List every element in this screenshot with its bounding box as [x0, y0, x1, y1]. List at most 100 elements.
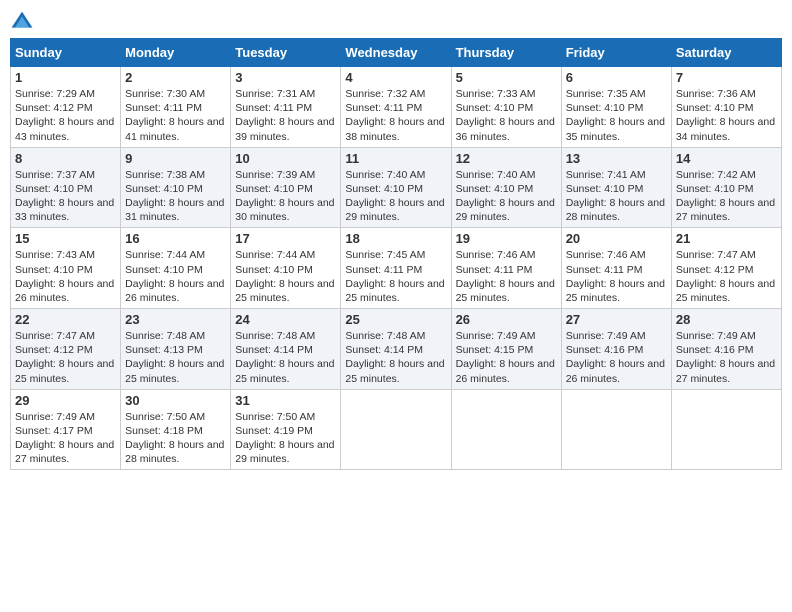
- day-cell: 11 Sunrise: 7:40 AM Sunset: 4:10 PM Dayl…: [341, 147, 451, 228]
- day-number: 17: [235, 231, 336, 246]
- day-info: Sunrise: 7:36 AM Sunset: 4:10 PM Dayligh…: [676, 87, 777, 144]
- day-cell: 21 Sunrise: 7:47 AM Sunset: 4:12 PM Dayl…: [671, 228, 781, 309]
- header-day-monday: Monday: [121, 39, 231, 67]
- day-number: 24: [235, 312, 336, 327]
- day-number: 8: [15, 151, 116, 166]
- day-number: 7: [676, 70, 777, 85]
- day-number: 20: [566, 231, 667, 246]
- day-cell: 10 Sunrise: 7:39 AM Sunset: 4:10 PM Dayl…: [231, 147, 341, 228]
- day-info: Sunrise: 7:41 AM Sunset: 4:10 PM Dayligh…: [566, 168, 667, 225]
- day-number: 13: [566, 151, 667, 166]
- day-cell: 23 Sunrise: 7:48 AM Sunset: 4:13 PM Dayl…: [121, 309, 231, 390]
- day-info: Sunrise: 7:40 AM Sunset: 4:10 PM Dayligh…: [456, 168, 557, 225]
- week-row-4: 22 Sunrise: 7:47 AM Sunset: 4:12 PM Dayl…: [11, 309, 782, 390]
- day-cell: 17 Sunrise: 7:44 AM Sunset: 4:10 PM Dayl…: [231, 228, 341, 309]
- day-info: Sunrise: 7:32 AM Sunset: 4:11 PM Dayligh…: [345, 87, 446, 144]
- header-day-wednesday: Wednesday: [341, 39, 451, 67]
- day-number: 18: [345, 231, 446, 246]
- week-row-2: 8 Sunrise: 7:37 AM Sunset: 4:10 PM Dayli…: [11, 147, 782, 228]
- week-row-1: 1 Sunrise: 7:29 AM Sunset: 4:12 PM Dayli…: [11, 67, 782, 148]
- day-info: Sunrise: 7:45 AM Sunset: 4:11 PM Dayligh…: [345, 248, 446, 305]
- day-cell: [561, 389, 671, 470]
- day-info: Sunrise: 7:50 AM Sunset: 4:18 PM Dayligh…: [125, 410, 226, 467]
- day-number: 22: [15, 312, 116, 327]
- logo: [10, 10, 36, 34]
- day-cell: 15 Sunrise: 7:43 AM Sunset: 4:10 PM Dayl…: [11, 228, 121, 309]
- week-row-5: 29 Sunrise: 7:49 AM Sunset: 4:17 PM Dayl…: [11, 389, 782, 470]
- day-info: Sunrise: 7:38 AM Sunset: 4:10 PM Dayligh…: [125, 168, 226, 225]
- day-number: 21: [676, 231, 777, 246]
- day-number: 15: [15, 231, 116, 246]
- day-info: Sunrise: 7:31 AM Sunset: 4:11 PM Dayligh…: [235, 87, 336, 144]
- day-number: 10: [235, 151, 336, 166]
- day-info: Sunrise: 7:48 AM Sunset: 4:14 PM Dayligh…: [345, 329, 446, 386]
- day-number: 23: [125, 312, 226, 327]
- day-cell: 31 Sunrise: 7:50 AM Sunset: 4:19 PM Dayl…: [231, 389, 341, 470]
- day-info: Sunrise: 7:50 AM Sunset: 4:19 PM Dayligh…: [235, 410, 336, 467]
- header-day-thursday: Thursday: [451, 39, 561, 67]
- day-info: Sunrise: 7:46 AM Sunset: 4:11 PM Dayligh…: [456, 248, 557, 305]
- day-number: 25: [345, 312, 446, 327]
- day-cell: 3 Sunrise: 7:31 AM Sunset: 4:11 PM Dayli…: [231, 67, 341, 148]
- day-cell: 12 Sunrise: 7:40 AM Sunset: 4:10 PM Dayl…: [451, 147, 561, 228]
- header-day-tuesday: Tuesday: [231, 39, 341, 67]
- day-info: Sunrise: 7:48 AM Sunset: 4:13 PM Dayligh…: [125, 329, 226, 386]
- day-cell: 8 Sunrise: 7:37 AM Sunset: 4:10 PM Dayli…: [11, 147, 121, 228]
- day-cell: 1 Sunrise: 7:29 AM Sunset: 4:12 PM Dayli…: [11, 67, 121, 148]
- day-info: Sunrise: 7:44 AM Sunset: 4:10 PM Dayligh…: [125, 248, 226, 305]
- day-number: 4: [345, 70, 446, 85]
- day-info: Sunrise: 7:49 AM Sunset: 4:17 PM Dayligh…: [15, 410, 116, 467]
- day-info: Sunrise: 7:46 AM Sunset: 4:11 PM Dayligh…: [566, 248, 667, 305]
- day-number: 26: [456, 312, 557, 327]
- day-cell: [451, 389, 561, 470]
- day-cell: 14 Sunrise: 7:42 AM Sunset: 4:10 PM Dayl…: [671, 147, 781, 228]
- day-info: Sunrise: 7:42 AM Sunset: 4:10 PM Dayligh…: [676, 168, 777, 225]
- day-number: 2: [125, 70, 226, 85]
- day-cell: 26 Sunrise: 7:49 AM Sunset: 4:15 PM Dayl…: [451, 309, 561, 390]
- day-number: 31: [235, 393, 336, 408]
- day-cell: 6 Sunrise: 7:35 AM Sunset: 4:10 PM Dayli…: [561, 67, 671, 148]
- day-number: 12: [456, 151, 557, 166]
- day-number: 1: [15, 70, 116, 85]
- day-info: Sunrise: 7:37 AM Sunset: 4:10 PM Dayligh…: [15, 168, 116, 225]
- day-info: Sunrise: 7:47 AM Sunset: 4:12 PM Dayligh…: [15, 329, 116, 386]
- day-cell: 20 Sunrise: 7:46 AM Sunset: 4:11 PM Dayl…: [561, 228, 671, 309]
- day-number: 6: [566, 70, 667, 85]
- day-cell: [671, 389, 781, 470]
- week-row-3: 15 Sunrise: 7:43 AM Sunset: 4:10 PM Dayl…: [11, 228, 782, 309]
- day-number: 19: [456, 231, 557, 246]
- day-info: Sunrise: 7:44 AM Sunset: 4:10 PM Dayligh…: [235, 248, 336, 305]
- day-cell: 4 Sunrise: 7:32 AM Sunset: 4:11 PM Dayli…: [341, 67, 451, 148]
- day-cell: 19 Sunrise: 7:46 AM Sunset: 4:11 PM Dayl…: [451, 228, 561, 309]
- day-info: Sunrise: 7:33 AM Sunset: 4:10 PM Dayligh…: [456, 87, 557, 144]
- day-info: Sunrise: 7:35 AM Sunset: 4:10 PM Dayligh…: [566, 87, 667, 144]
- day-number: 16: [125, 231, 226, 246]
- day-cell: 18 Sunrise: 7:45 AM Sunset: 4:11 PM Dayl…: [341, 228, 451, 309]
- day-info: Sunrise: 7:49 AM Sunset: 4:16 PM Dayligh…: [566, 329, 667, 386]
- day-info: Sunrise: 7:30 AM Sunset: 4:11 PM Dayligh…: [125, 87, 226, 144]
- day-info: Sunrise: 7:40 AM Sunset: 4:10 PM Dayligh…: [345, 168, 446, 225]
- day-number: 30: [125, 393, 226, 408]
- header-day-sunday: Sunday: [11, 39, 121, 67]
- day-cell: 29 Sunrise: 7:49 AM Sunset: 4:17 PM Dayl…: [11, 389, 121, 470]
- day-number: 14: [676, 151, 777, 166]
- day-info: Sunrise: 7:29 AM Sunset: 4:12 PM Dayligh…: [15, 87, 116, 144]
- day-cell: 25 Sunrise: 7:48 AM Sunset: 4:14 PM Dayl…: [341, 309, 451, 390]
- day-info: Sunrise: 7:39 AM Sunset: 4:10 PM Dayligh…: [235, 168, 336, 225]
- day-cell: [341, 389, 451, 470]
- day-info: Sunrise: 7:49 AM Sunset: 4:15 PM Dayligh…: [456, 329, 557, 386]
- logo-icon: [10, 10, 34, 34]
- day-cell: 7 Sunrise: 7:36 AM Sunset: 4:10 PM Dayli…: [671, 67, 781, 148]
- day-cell: 28 Sunrise: 7:49 AM Sunset: 4:16 PM Dayl…: [671, 309, 781, 390]
- day-cell: 13 Sunrise: 7:41 AM Sunset: 4:10 PM Dayl…: [561, 147, 671, 228]
- header-row: SundayMondayTuesdayWednesdayThursdayFrid…: [11, 39, 782, 67]
- header-day-friday: Friday: [561, 39, 671, 67]
- day-cell: 16 Sunrise: 7:44 AM Sunset: 4:10 PM Dayl…: [121, 228, 231, 309]
- day-info: Sunrise: 7:49 AM Sunset: 4:16 PM Dayligh…: [676, 329, 777, 386]
- day-cell: 30 Sunrise: 7:50 AM Sunset: 4:18 PM Dayl…: [121, 389, 231, 470]
- day-cell: 5 Sunrise: 7:33 AM Sunset: 4:10 PM Dayli…: [451, 67, 561, 148]
- day-info: Sunrise: 7:48 AM Sunset: 4:14 PM Dayligh…: [235, 329, 336, 386]
- day-number: 3: [235, 70, 336, 85]
- day-number: 11: [345, 151, 446, 166]
- header-day-saturday: Saturday: [671, 39, 781, 67]
